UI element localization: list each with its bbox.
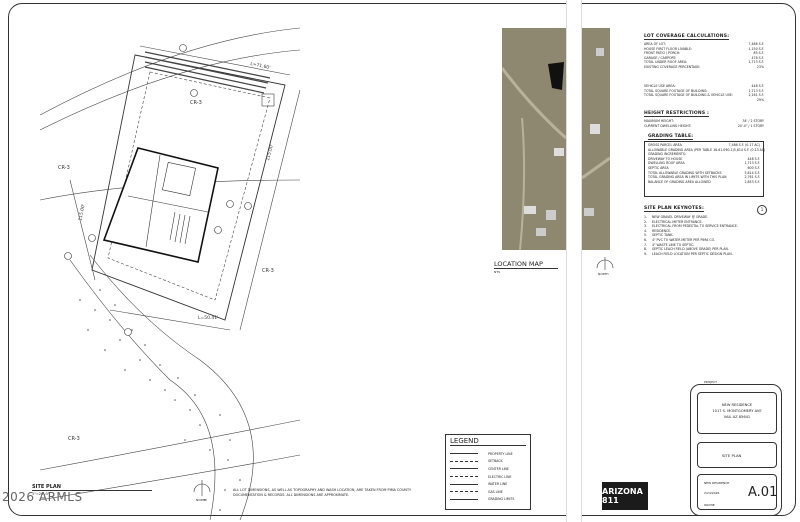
legend-item: GAS LINE xyxy=(450,488,526,496)
page-fold xyxy=(566,0,582,522)
coverage-row-label: TOTAL SQUARE FOOTAGE OF BUILDING & VEHIC… xyxy=(644,93,733,98)
project-name: NEW RESIDENCE xyxy=(721,403,753,407)
zone-label-bottom: CR-3 xyxy=(68,436,80,442)
dimension-bottom: L=50.41' xyxy=(198,316,219,321)
site-plan-note: ALL LOT DIMENSIONS, AS WELL AS TOPOGRAPH… xyxy=(233,488,412,497)
legend-line-icon xyxy=(450,476,478,478)
height-row-value: 20'-0" / 1 STORY xyxy=(737,123,764,128)
legend-line-icon xyxy=(450,498,478,500)
north-arrow-icon xyxy=(193,480,211,496)
project-label: PROJECT xyxy=(702,380,719,384)
keynotes-list: 1. NEW GRAVEL DRIVEWAY @ GRADE. 2. ELECTRIC… xyxy=(644,215,764,256)
project-address-1: 1017 S. MONTGOMERY AVE xyxy=(712,409,762,413)
coverage-row-value: 23% xyxy=(756,64,764,69)
keynote-text: LEACH FIELD LOCATION PER SEPTIC DESIGN P… xyxy=(652,251,733,256)
grading-row-value: 2,853 S.F. xyxy=(744,179,760,184)
lot-coverage-title: LOT COVERAGE CALCULATIONS: xyxy=(644,34,730,40)
legend-label: SETBACK xyxy=(488,459,503,464)
legend-line-icon xyxy=(450,483,478,485)
drawing-sheet: CR-3 CR-3 CR-3 CR-3 L=71.60' L=50.41' 11… xyxy=(0,0,800,522)
coverage-row-value: 29% xyxy=(756,97,764,102)
location-map-scale: NTS xyxy=(494,270,500,274)
legend-title: LEGEND xyxy=(450,437,526,446)
arizona-811-logo: ARIZONA 811 xyxy=(602,482,648,510)
location-map-right xyxy=(582,28,610,250)
grading-table-title: GRADING TABLE: xyxy=(648,134,694,140)
sheet-title: SITE PLAN xyxy=(722,453,742,458)
legend-line-icon xyxy=(450,460,478,462)
sheet-title-box: SITE PLAN xyxy=(697,442,777,468)
zone-label-left: CR-3 xyxy=(58,165,70,171)
height-restrictions-title: HEIGHT RESTRICTIONS : xyxy=(644,111,710,117)
keynote-number: 9. xyxy=(644,251,648,256)
lot-coverage-table: AREA OF LOT: 7,486 S.F. HOUSE FIRST FLOOR … xyxy=(644,42,764,70)
legend-line-icon xyxy=(450,491,478,493)
sheet-date: 2/24/2026 xyxy=(704,491,720,495)
zone-label-right: CR-3 xyxy=(262,268,274,274)
height-row-label: CURRENT DWELLING HEIGHT: xyxy=(644,123,692,128)
drawn-by: WAYNE xyxy=(704,503,715,507)
grading-row-value: 5,614 S.F. (0.13 AC) xyxy=(733,147,766,152)
grading-row-label: BALANCE OF GRADING AREA ALLOWED xyxy=(648,179,711,184)
legend-label: CENTER LINE xyxy=(488,466,509,471)
legend-box: LEGEND PROPERTY LINE SETBACK CENTER LINE EL… xyxy=(445,434,531,510)
legend-item: GRADING LIMITS xyxy=(450,496,526,504)
job-label: NEW RESIDENCE xyxy=(704,481,730,485)
legend-label: PROPERTY LINE xyxy=(488,451,513,456)
keynotes-title: SITE PLAN KEYNOTES: xyxy=(644,206,705,212)
legend-list: PROPERTY LINE SETBACK CENTER LINE ELECTRIC … xyxy=(450,450,526,503)
grading-row: BALANCE OF GRADING AREA ALLOWED 2,853 S.F… xyxy=(648,180,760,185)
sheet-info-box: NEW RESIDENCE 2/24/2026 WAYNE A.01 xyxy=(697,474,777,510)
location-map-title: LOCATION MAP xyxy=(494,260,558,269)
keynotes-badge: 1 xyxy=(757,205,767,215)
project-address-2: VAIL AZ 85641 xyxy=(723,415,751,419)
height-row: CURRENT DWELLING HEIGHT: 20'-0" / 1 STORY xyxy=(644,124,764,129)
north-label: NORTH xyxy=(196,498,207,502)
project-box: NEW RESIDENCE 1017 S. MONTGOMERY AVE VAI… xyxy=(697,392,777,434)
legend-item: CENTER LINE xyxy=(450,465,526,473)
legend-item: SETBACK xyxy=(450,458,526,466)
zone-label-top: CR-3 xyxy=(190,100,202,106)
coverage-row-label: EXISTING COVERAGE PERCENTAGE: xyxy=(644,64,701,69)
legend-item: ELECTRIC LINE xyxy=(450,473,526,481)
legend-line-icon xyxy=(450,453,478,455)
legend-label: ELECTRIC LINE xyxy=(488,474,512,479)
grading-table: GROSS PARCEL AREA 7,486 S.F. (0.17 AC) ALL… xyxy=(644,141,766,197)
watermark: 2026 ARMLS xyxy=(2,490,83,504)
legend-label: GAS LINE xyxy=(488,489,503,494)
height-restrictions-table: MAXIMUM HEIGHT: 34' / 2 STORY CURRENT DWEL… xyxy=(644,119,764,128)
lot-coverage-table-2: VEHICLE USE AREA: 448 S.F. TOTAL SQUARE FO… xyxy=(644,84,764,102)
coverage-row: 29% xyxy=(644,98,764,103)
coverage-row: EXISTING COVERAGE PERCENTAGE: 23% xyxy=(644,65,764,70)
keynote-item: 9. LEACH FIELD LOCATION PER SEPTIC DESIGN… xyxy=(644,252,764,257)
north-label-map: NORTH xyxy=(598,272,609,276)
legend-label: WATER LINE xyxy=(488,482,508,487)
sheet-number: A.01 xyxy=(748,485,778,500)
legend-line-icon xyxy=(450,468,478,470)
legend-item: WATER LINE xyxy=(450,480,526,488)
legend-label: GRADING LIMITS xyxy=(488,497,515,502)
location-map-left xyxy=(502,28,566,250)
legend-item: PROPERTY LINE xyxy=(450,450,526,458)
